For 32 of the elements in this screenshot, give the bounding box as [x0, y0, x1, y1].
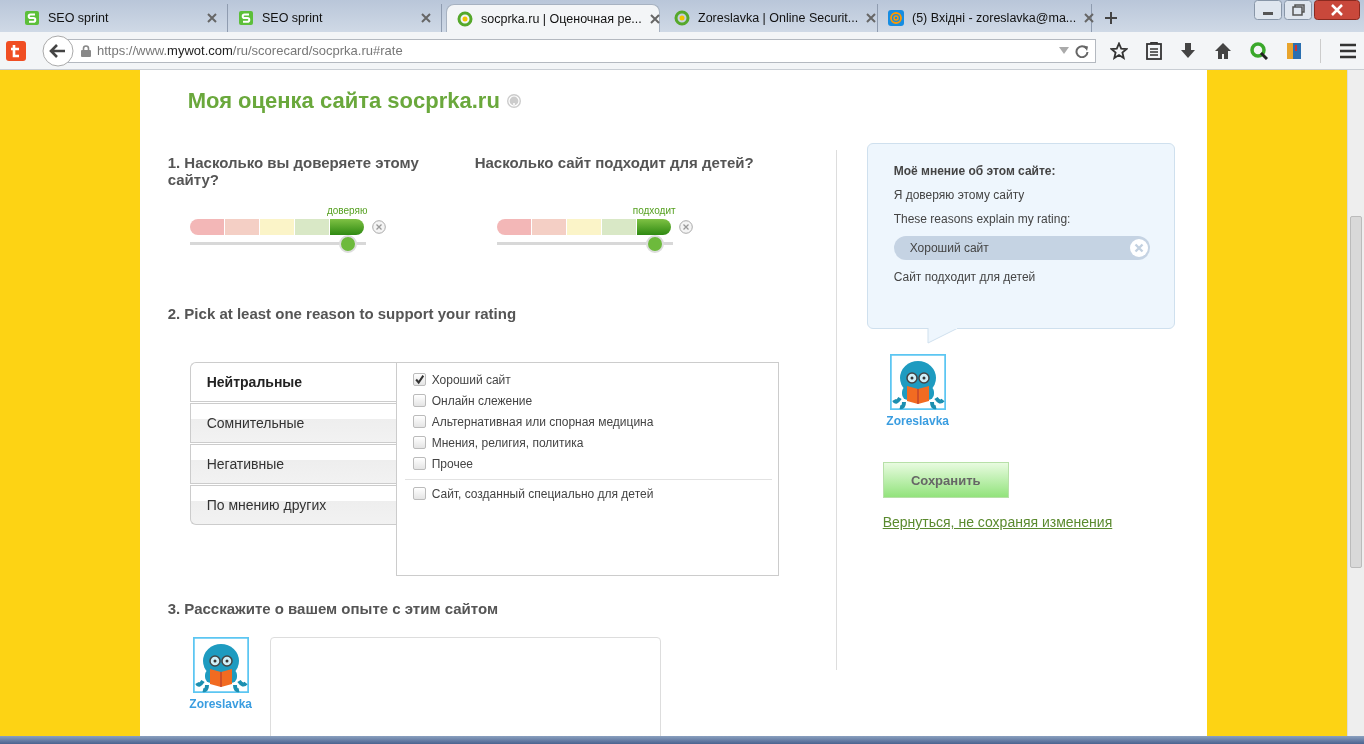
chip-label: Хороший сайт [909, 241, 989, 255]
checkbox-label: Прочее [431, 456, 473, 471]
tab-title: SEO sprint [48, 11, 110, 25]
category-tab[interactable]: Негативные [189, 444, 397, 484]
question-heading: 1. Насколько вы доверяете этому сайту? [167, 154, 420, 190]
checkbox-label: Онлайн слежение [431, 393, 533, 408]
cancel-link[interactable]: Вернуться, не сохраняя изменения [882, 514, 1113, 530]
tab-title: socprka.ru | Оценочная ре... [481, 11, 642, 26]
tab-title: Zoreslavka | Online Securit... [698, 11, 859, 25]
category-tab[interactable]: По мнению других [189, 485, 397, 525]
opinion-heading: Моё мнение об этом сайте: [893, 164, 1057, 178]
tab-title: SEO sprint [262, 11, 324, 25]
opinion-text: Сайт подходит для детей [893, 270, 1037, 284]
checkbox-label: Хороший сайт [431, 372, 511, 387]
browser-tab[interactable]: socprka.ru | Оценочная ре... [446, 4, 660, 32]
opinion-text: Я доверяю этому сайту [893, 188, 1026, 202]
checkbox-label: Альтернативная или спорная медицина [431, 414, 654, 429]
section-heading: 3. Расскажите о вашем опыте с этим сайтом [167, 600, 499, 617]
address-field[interactable]: https://www.mywot.com/ru/scorecard/socprka.ru#rate [68, 38, 1096, 63]
rating-caption: доверяю [325, 204, 369, 217]
save-button[interactable]: Сохранить [882, 462, 1009, 498]
url-text: https://www.mywot.com/ru/scorecard/socprka.ru#rate [97, 43, 403, 58]
tab-title: (5) Вхідні - zoreslavka@ma... [912, 11, 1077, 25]
question-heading: Насколько сайт подходит для детей? [474, 154, 755, 173]
checkbox-label: Сайт, созданный специально для детей [431, 486, 654, 501]
page-title: Моя оценка сайта socprka.ru [187, 88, 500, 114]
category-tab[interactable]: Нейтральные [189, 362, 397, 402]
rating-caption: подходит [631, 204, 677, 217]
checkbox-label: Мнения, религия, политика [431, 435, 584, 450]
section-heading: 2. Pick at least one reason to support your rating [167, 305, 518, 322]
opinion-text: These reasons explain my rating: [893, 212, 1072, 226]
category-tab[interactable]: Сомнительные [189, 403, 397, 443]
